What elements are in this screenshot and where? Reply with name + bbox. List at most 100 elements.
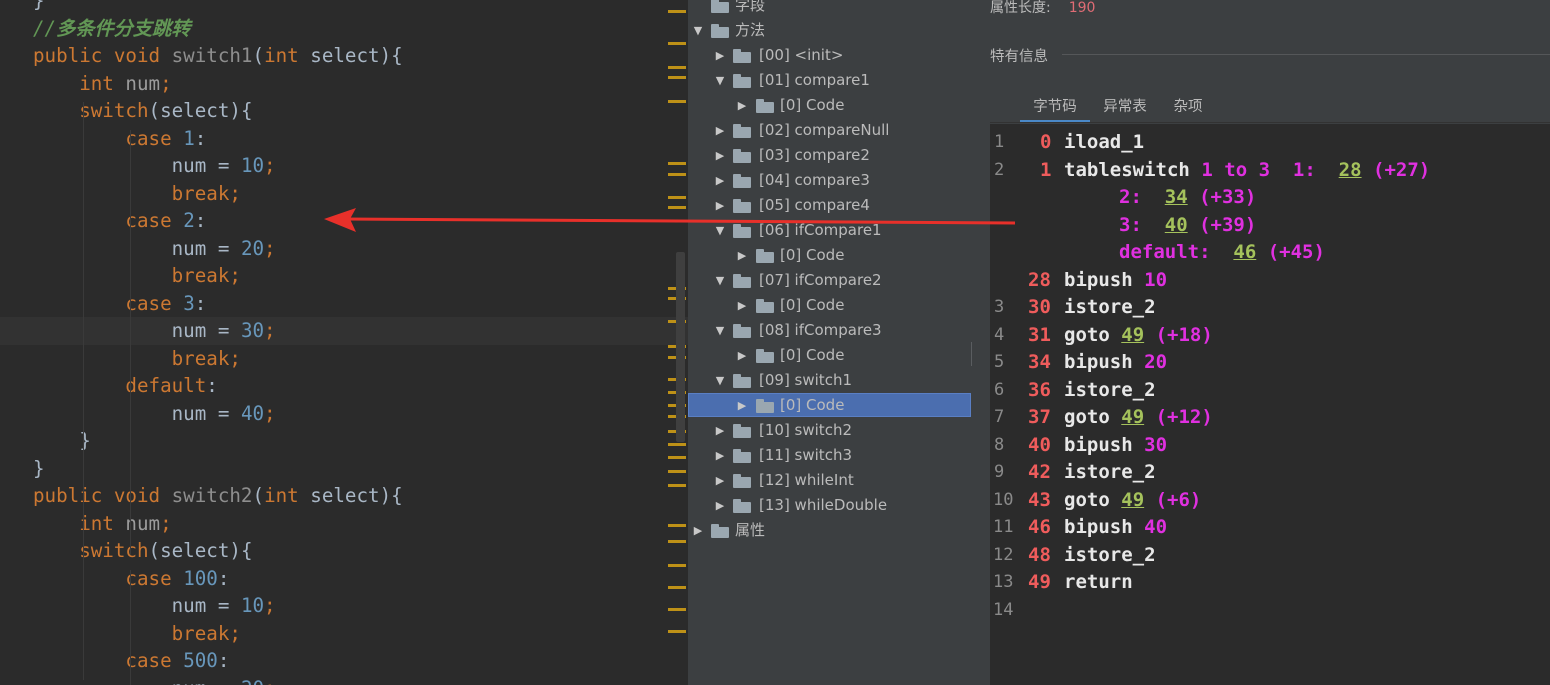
error-stripe-mark[interactable] (668, 608, 686, 611)
tree-node[interactable]: ▶ [00] <init> (688, 43, 990, 68)
tree-node[interactable]: ▶ [11] switch3 (688, 443, 990, 468)
jump-target-link[interactable]: 49 (1121, 489, 1144, 511)
expand-arrow-icon[interactable]: ▶ (736, 293, 748, 318)
tree-node[interactable]: ▶ [0] Code (688, 243, 990, 268)
bytecode-line[interactable]: 6 36 istore_2 (990, 377, 1550, 405)
tree-node[interactable]: ▼ 方法 (688, 18, 990, 43)
error-stripe-mark[interactable] (668, 470, 686, 473)
collapse-arrow-icon[interactable]: ▼ (714, 318, 726, 343)
code-line[interactable]: } (0, 0, 688, 15)
bytecode-line[interactable]: 12 48 istore_2 (990, 542, 1550, 570)
error-stripe-mark[interactable] (668, 540, 686, 543)
bytecode-line[interactable]: 11 46 bipush 40 (990, 514, 1550, 542)
tree-node[interactable]: ▶ [0] Code (688, 293, 990, 318)
bytecode-line[interactable]: 10 43 goto 49 (+6) (990, 487, 1550, 515)
expand-arrow-icon[interactable]: ▶ (714, 443, 726, 468)
code-line[interactable]: //多条件分支跳转 (0, 15, 688, 43)
code-line[interactable]: public void switch2(int select){ (0, 482, 688, 510)
code-line[interactable]: case 500: (0, 647, 688, 675)
code-line[interactable]: case 2: (0, 207, 688, 235)
code-line[interactable]: } (0, 455, 688, 483)
bytecode-line[interactable]: 14 (990, 597, 1550, 625)
tree-node[interactable]: ▼ [07] ifCompare2 (688, 268, 990, 293)
tree-node[interactable]: ▼ [01] compare1 (688, 68, 990, 93)
collapse-arrow-icon[interactable]: ▼ (714, 68, 726, 93)
code-line[interactable]: break; (0, 345, 688, 373)
bytecode-line[interactable]: 7 37 goto 49 (+12) (990, 404, 1550, 432)
bytecode-line[interactable]: 2: 34 (+33) (990, 184, 1550, 212)
code-line[interactable]: num = 20; (0, 235, 688, 263)
bytecode-line[interactable]: 9 42 istore_2 (990, 459, 1550, 487)
expand-arrow-icon[interactable]: ▶ (736, 93, 748, 118)
expand-arrow-icon[interactable]: ▶ (714, 468, 726, 493)
tab-exception-table[interactable]: 异常表 (1090, 96, 1160, 120)
bytecode-line[interactable]: 2 1 tableswitch 1 to 3 1: 28 (+27) (990, 157, 1550, 185)
error-stripe-mark[interactable] (668, 206, 686, 209)
code-line[interactable]: break; (0, 620, 688, 648)
tree-node[interactable]: ▶ [02] compareNull (688, 118, 990, 143)
error-stripe-mark[interactable] (668, 10, 686, 13)
error-stripe-mark[interactable] (668, 586, 686, 589)
code-line[interactable]: num = 20; (0, 675, 688, 685)
tree-node[interactable]: ▶ [0] Code (688, 93, 990, 118)
error-stripe-mark[interactable] (668, 484, 686, 487)
jump-target-link[interactable]: 46 (1233, 241, 1256, 263)
expand-arrow-icon[interactable]: ▶ (714, 193, 726, 218)
code-editor[interactable]: }//多条件分支跳转 public void switch1(int select… (0, 0, 688, 685)
tree-node[interactable]: ▼ [08] ifCompare3 (688, 318, 990, 343)
bytecode-line[interactable]: 3: 40 (+39) (990, 212, 1550, 240)
error-stripe-mark[interactable] (668, 173, 686, 176)
class-structure-tree[interactable]: 字段 ▼ 方法 ▶ [00] <init> ▼ [01] compare1 ▶ [0] Code… (688, 0, 990, 685)
collapse-arrow-icon[interactable]: ▼ (714, 218, 726, 243)
error-stripe-mark[interactable] (668, 564, 686, 567)
tree-node[interactable]: ▶ 属性 (688, 518, 990, 543)
code-line[interactable]: int num; (0, 510, 688, 538)
editor-scrollbar-thumb[interactable] (676, 252, 685, 442)
error-stripe-mark[interactable] (668, 524, 686, 527)
expand-arrow-icon[interactable]: ▶ (714, 168, 726, 193)
code-line[interactable]: default: (0, 372, 688, 400)
tree-node[interactable]: ▶ [0] Code (688, 393, 990, 418)
bytecode-line[interactable]: 5 34 bipush 20 (990, 349, 1550, 377)
tree-node[interactable]: ▶ [05] compare4 (688, 193, 990, 218)
bytecode-line[interactable]: 3 30 istore_2 (990, 294, 1550, 322)
tree-node[interactable]: ▶ [04] compare3 (688, 168, 990, 193)
expand-arrow-icon[interactable]: ▶ (714, 493, 726, 518)
code-line[interactable]: case 1: (0, 125, 688, 153)
code-line[interactable]: break; (0, 262, 688, 290)
error-stripe-mark[interactable] (668, 456, 686, 459)
tree-node[interactable]: 字段 (688, 0, 990, 18)
jump-target-link[interactable]: 49 (1121, 324, 1144, 346)
bytecode-line[interactable]: 4 31 goto 49 (+18) (990, 322, 1550, 350)
bytecode-line[interactable]: 13 49 return (990, 569, 1550, 597)
tree-node[interactable]: ▶ [03] compare2 (688, 143, 990, 168)
collapse-arrow-icon[interactable]: ▼ (714, 368, 726, 393)
tab-misc[interactable]: 杂项 (1160, 96, 1216, 120)
expand-arrow-icon[interactable]: ▶ (714, 43, 726, 68)
bytecode-view[interactable]: 1 0 iload_1 2 1 tableswitch 1 to 3 1: 28 (+27)… (990, 124, 1550, 685)
code-line[interactable]: switch(select){ (0, 97, 688, 125)
code-line[interactable]: case 100: (0, 565, 688, 593)
error-stripe-mark[interactable] (668, 76, 686, 79)
tree-node[interactable]: ▶ [13] whileDouble (688, 493, 990, 518)
tab-bytecode[interactable]: 字节码 (1020, 96, 1090, 123)
code-line[interactable]: switch(select){ (0, 537, 688, 565)
error-stripe-mark[interactable] (668, 162, 686, 165)
code-line[interactable]: num = 10; (0, 592, 688, 620)
tree-node[interactable]: ▼ [06] ifCompare1 (688, 218, 990, 243)
error-stripe-mark[interactable] (668, 196, 686, 199)
jump-target-link[interactable]: 28 (1339, 159, 1362, 181)
bytecode-line[interactable]: 28 bipush 10 (990, 267, 1550, 295)
code-line[interactable]: num = 10; (0, 152, 688, 180)
bytecode-line[interactable]: default: 46 (+45) (990, 239, 1550, 267)
code-line[interactable]: num = 40; (0, 400, 688, 428)
error-stripe-mark[interactable] (668, 66, 686, 69)
error-stripe-mark[interactable] (668, 630, 686, 633)
code-line[interactable]: case 3: (0, 290, 688, 318)
tree-node[interactable]: ▶ [12] whileInt (688, 468, 990, 493)
expand-arrow-icon[interactable]: ▶ (714, 118, 726, 143)
collapse-arrow-icon[interactable]: ▼ (714, 268, 726, 293)
bytecode-line[interactable]: 1 0 iload_1 (990, 129, 1550, 157)
expand-arrow-icon[interactable]: ▶ (736, 393, 748, 418)
code-line[interactable]: } (0, 427, 688, 455)
